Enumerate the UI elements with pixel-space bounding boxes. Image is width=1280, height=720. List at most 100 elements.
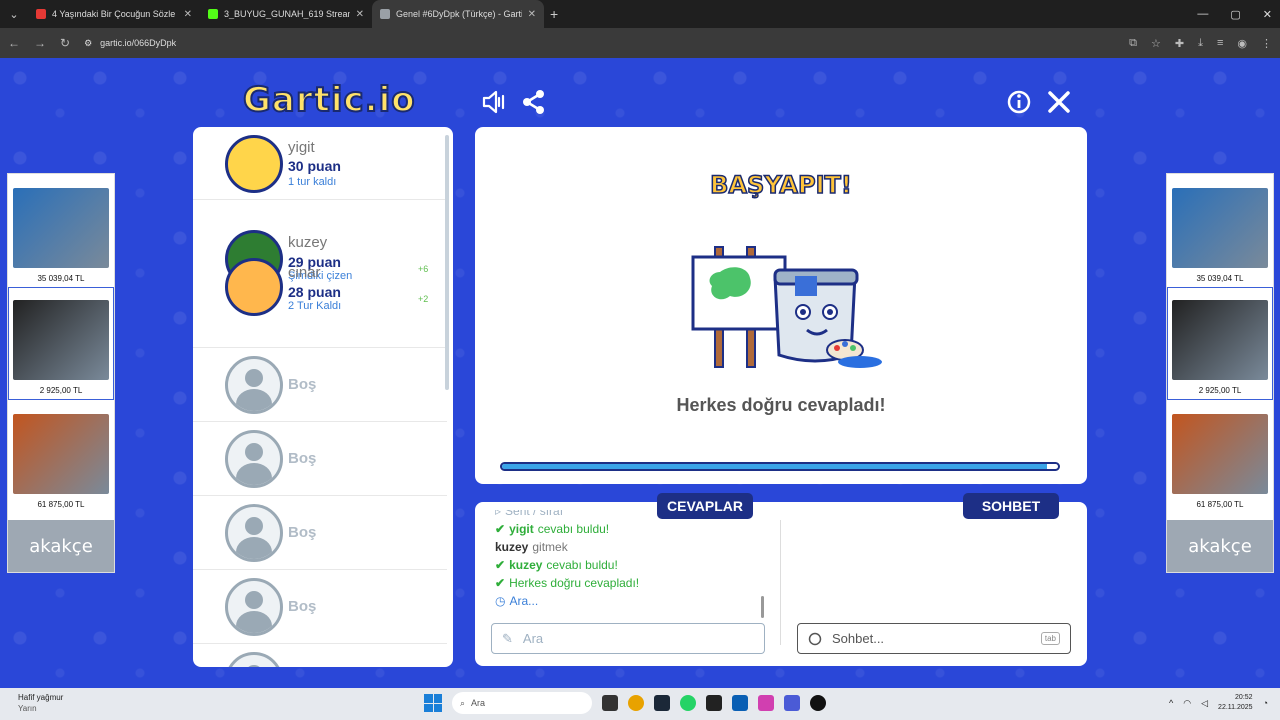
taskbar-apps: ⌕ Ara (424, 692, 826, 714)
answer-item: ✔ Herkes doğru cevapladı! (495, 574, 765, 592)
taskbar-search-placeholder: Ara (471, 698, 486, 708)
address-bar: ← → ↻ ⚙ gartic.io/066DyDpk ⧉ ☆ ✚ ⤓ ≡ ◉ ⋮ (0, 28, 1280, 58)
answer-text: Ara... (509, 594, 539, 608)
check-icon: ✔ (495, 558, 506, 572)
maximize-button[interactable]: ▢ (1230, 8, 1240, 21)
notification-bell-icon[interactable]: ◔ (1263, 698, 1268, 708)
player-list-scrollbar[interactable] (445, 135, 449, 390)
task-view-icon[interactable] (602, 695, 618, 711)
check-icon: ✔ (495, 576, 506, 590)
player-points: 28 puan (288, 284, 341, 300)
tab-title: Genel #6DyDpk (Türkçe) - Garti (396, 9, 522, 19)
wifi-icon[interactable]: ◠ (1183, 698, 1191, 709)
akakce-logo[interactable]: akakçe (8, 520, 114, 572)
tab-chat[interactable]: SOHBET (963, 493, 1059, 519)
ad-product[interactable]: 2 925,00 TL (1167, 287, 1273, 400)
bookmark-icon[interactable]: ☆ (1151, 37, 1161, 50)
minimize-button[interactable]: — (1197, 8, 1208, 20)
tab-close-icon[interactable]: ✕ (356, 9, 364, 20)
back-icon[interactable]: ← (8, 36, 20, 50)
tab-strip: ⌄ 4 Yaşındaki Bir Çocuğun Sözle ✕ 3_BUYU… (0, 0, 1280, 28)
steam-icon[interactable] (654, 695, 670, 711)
search-icon: ⌕ (460, 697, 466, 708)
ad-product[interactable]: 61 875,00 TL (1167, 400, 1273, 513)
copilot-icon[interactable] (758, 695, 774, 711)
empty-avatar-icon (225, 652, 283, 667)
clock[interactable]: 20:52 22.11.2025 (1218, 693, 1253, 713)
reading-list-icon[interactable]: ≡ (1217, 37, 1223, 50)
player-row: yigit 30 puan 1 tur kaldı (193, 127, 447, 200)
ad-product[interactable]: 61 875,00 TL (8, 400, 114, 513)
windows-start-icon[interactable] (424, 694, 442, 712)
ad-product[interactable]: 35 039,04 TL (1167, 174, 1273, 287)
tab-key-hint: tab (1040, 632, 1060, 645)
extensions-icon[interactable]: ✚ (1175, 37, 1184, 50)
system-tray: ^ ◠ ◁ 20:52 22.11.2025 ◔ (1169, 693, 1268, 713)
player-name: kuzey (288, 234, 328, 251)
product-price: 35 039,04 TL (37, 274, 85, 283)
url-field[interactable]: ⚙ gartic.io/066DyDpk (84, 32, 1115, 54)
akakce-logo[interactable]: akakçe (1167, 520, 1273, 572)
browser-tab[interactable]: 4 Yaşındaki Bir Çocuğun Sözle ✕ (28, 0, 200, 28)
player-status: 1 tur kaldı (288, 176, 337, 188)
empty-player-slot: Boş (193, 644, 447, 667)
answer-input[interactable]: ✎ Ara (491, 623, 765, 654)
url-text: gartic.io/066DyDpk (100, 38, 177, 48)
close-icon[interactable] (1045, 88, 1073, 116)
clock-icon: ◷ (495, 594, 506, 608)
tab-favicon-icon (380, 9, 390, 19)
tray-chevron-icon[interactable]: ^ (1169, 698, 1173, 708)
download-icon[interactable]: ⤓ (1198, 37, 1203, 50)
panel-divider (780, 520, 781, 645)
close-window-button[interactable]: ✕ (1263, 8, 1272, 21)
answers-list: ▹ Sent / sıraı ✔ yigit cevabı buldu! kuzey git… (495, 510, 765, 622)
info-icon[interactable] (1005, 88, 1033, 116)
answer-player-name: yigit (509, 522, 534, 536)
check-icon: ✔ (495, 522, 506, 536)
tab-search-button[interactable]: ⌄ (0, 0, 28, 28)
menu-icon[interactable]: ⋮ (1261, 37, 1272, 50)
answer-text: gitmek (532, 540, 568, 554)
window-controls: — ▢ ✕ (1197, 0, 1272, 28)
taskbar-search[interactable]: ⌕ Ara (452, 692, 592, 714)
share-icon[interactable] (520, 88, 548, 116)
empty-slot-label: Boş (288, 524, 317, 541)
product-price: 61 875,00 TL (1196, 500, 1244, 509)
chat-input[interactable]: Sohbet... tab (797, 623, 1071, 654)
empty-player-slot: Boş (193, 348, 447, 422)
player-row: kuzey 29 puan Şimdiki çizen +6 cinar 28 … (193, 200, 447, 348)
ad-product[interactable]: 35 039,04 TL (8, 174, 114, 287)
reload-icon[interactable]: ↻ (60, 36, 70, 50)
whatsapp-icon[interactable] (680, 695, 696, 711)
site-info-icon[interactable]: ⚙ (84, 38, 92, 49)
ad-product[interactable]: 2 925,00 TL (8, 287, 114, 400)
result-banner: BAŞYAPIT! (709, 170, 852, 200)
answers-scrollbar[interactable] (761, 596, 764, 618)
epic-games-icon[interactable] (706, 695, 722, 711)
product-image (13, 300, 109, 380)
tab-close-icon[interactable]: ✕ (184, 9, 192, 20)
weather-sub: Yarın (18, 704, 37, 713)
teams-icon[interactable] (784, 695, 800, 711)
browser-tab[interactable]: 3_BUYUG_GUNAH_619 Stream ✕ (200, 0, 372, 28)
speech-bubble-icon (808, 632, 822, 645)
answer-item: ✔ kuzey cevabı buldu! (495, 556, 765, 574)
store-icon[interactable] (732, 695, 748, 711)
answer-text: cevabı buldu! (546, 558, 618, 572)
volume-icon[interactable]: ◁ (1201, 698, 1208, 709)
tab-close-icon[interactable]: ✕ (528, 9, 536, 20)
sound-icon[interactable] (480, 88, 508, 116)
ad-panel-left: 35 039,04 TL 2 925,00 TL 61 875,00 TL ak… (7, 173, 115, 573)
product-image (1172, 414, 1268, 494)
new-tab-button[interactable]: + (550, 6, 558, 22)
chrome-icon[interactable] (628, 695, 644, 711)
gartic-logo[interactable]: Gartic.io (242, 79, 416, 121)
weather-widget[interactable]: Hafif yağmur Yarın (18, 692, 63, 714)
empty-player-slot: Boş (193, 496, 447, 570)
empty-slot-label: Boş (288, 376, 317, 393)
install-icon[interactable]: ⧉ (1129, 37, 1137, 50)
app-icon[interactable] (810, 695, 826, 711)
profile-icon[interactable]: ◉ (1237, 37, 1247, 50)
browser-tab[interactable]: Genel #6DyDpk (Türkçe) - Garti ✕ (372, 0, 544, 28)
forward-icon[interactable]: → (34, 36, 46, 50)
